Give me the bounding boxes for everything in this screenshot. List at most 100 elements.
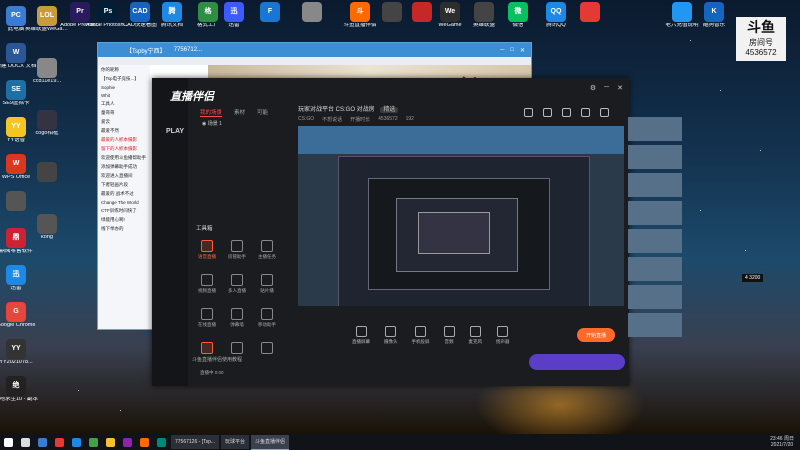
control-button[interactable]: 麦克风 <box>469 326 482 345</box>
game-thumbnail[interactable] <box>628 117 682 141</box>
tab-2[interactable]: 可能 <box>257 108 268 117</box>
tool-item[interactable]: 在线直播 <box>192 308 222 328</box>
search-icon[interactable] <box>21 437 30 447</box>
heart-icon[interactable] <box>581 108 590 117</box>
tool-label: 贴片播 <box>260 288 274 293</box>
eye-icon[interactable]: ◉ <box>202 121 206 127</box>
app-icon[interactable] <box>123 437 132 447</box>
app-icon: 微 <box>508 2 528 22</box>
settings-icon[interactable]: ⚙ <box>590 84 596 92</box>
control-label: 音频 <box>444 339 454 344</box>
app-icon: 鼎 <box>6 228 26 248</box>
desktop-icon[interactable]: K 酷狗音乐 <box>692 2 736 29</box>
scene-item[interactable]: ◉ 场景 1 <box>202 120 222 127</box>
chat-line: 绿能用心啊! <box>101 216 125 222</box>
desktop-icon[interactable]: G Google Chrome <box>0 302 38 329</box>
control-button[interactable]: 直播屏幕 <box>352 326 370 345</box>
tool-item[interactable] <box>252 342 282 356</box>
app-icon[interactable] <box>157 437 166 447</box>
tool-item[interactable]: 语音直播 <box>192 240 222 260</box>
desktop-icon-label: Google Chrome <box>0 323 36 328</box>
maximize-icon[interactable]: □ <box>510 47 514 54</box>
left-tabs: 我的场景 素材 可能 <box>200 108 268 117</box>
app-icon[interactable] <box>89 437 98 447</box>
browser-tab-2[interactable]: 7756712... <box>174 47 202 53</box>
app-sidebar: PLAY <box>152 78 188 386</box>
browser-titlebar[interactable]: 【Tspby宁西】 7756712... ─ □ ✕ <box>98 43 531 57</box>
chat-line: CTF训练时间快了 <box>101 207 137 213</box>
tool-item[interactable] <box>222 342 252 356</box>
desktop-icon[interactable]: 迅迅雷 <box>0 265 38 292</box>
desktop-icon[interactable]: cogo相框 <box>25 110 69 137</box>
more-icon[interactable] <box>600 108 609 117</box>
score-right: 3200 <box>749 275 761 281</box>
desktop-icon[interactable] <box>290 2 334 23</box>
desktop-icon[interactable]: F <box>248 2 292 23</box>
browser-icon[interactable] <box>72 437 81 447</box>
desktop-icon[interactable]: YY YY2021078... <box>0 339 38 366</box>
control-button[interactable]: 音频 <box>443 326 455 345</box>
game-thumbnail[interactable] <box>628 201 682 225</box>
control-button[interactable]: 手机投屏 <box>412 326 430 345</box>
control-button[interactable]: 摄像头 <box>384 326 398 345</box>
start-stream-button[interactable]: 开始直播 <box>577 328 615 342</box>
game-thumbnail[interactable] <box>628 173 682 197</box>
tutorial-link[interactable]: 斗鱼直播伴侣使用教程 <box>192 356 242 363</box>
close-icon[interactable]: ✕ <box>617 84 623 92</box>
close-icon[interactable]: ✕ <box>520 47 525 54</box>
toolbox-title: 工具箱 <box>196 226 213 232</box>
scene-label: 场景 1 <box>207 121 222 127</box>
tool-item[interactable]: 贴片播 <box>252 274 282 294</box>
tab-1[interactable]: 素材 <box>234 108 245 117</box>
clock[interactable]: 23:46 周日 2021/7/20 <box>770 436 800 448</box>
tool-item[interactable]: 主播任务 <box>252 240 282 260</box>
taskbar-task[interactable]: 玩球平台 <box>221 434 250 449</box>
desktop-icon[interactable]: 绝绝地求生10 - 副本 <box>0 376 38 403</box>
tool-item[interactable]: 移动助手 <box>252 308 282 328</box>
app-icon: K <box>704 2 724 22</box>
desktop-icon[interactable]: kong <box>25 214 69 241</box>
tool-icon <box>231 342 243 354</box>
game-thumbnail[interactable] <box>628 285 682 309</box>
desktop-icon[interactable] <box>25 162 69 183</box>
nested-window <box>418 212 490 254</box>
control-button[interactable]: 扬声器 <box>496 326 510 345</box>
promo-bar[interactable] <box>529 354 625 370</box>
desktop-icon[interactable] <box>568 2 612 23</box>
streaming-app-window[interactable]: PLAY 直播伴侣 我的场景 素材 可能 ◉ 场景 1 工具箱 语音直播 房管助手 主播… <box>152 78 629 386</box>
share-icon[interactable] <box>543 108 552 117</box>
chat-panel[interactable]: 你的昵称 【Tsp电子竞技...】 Sophie Whit 工具人 童哥哥 爱云 最爱不然 最爱… <box>98 65 150 329</box>
app-icon: 迅 <box>6 265 26 285</box>
app-icon[interactable] <box>55 437 64 447</box>
game-thumbnail[interactable] <box>628 145 682 169</box>
tool-item[interactable]: 多人直播 <box>222 274 252 294</box>
app-icon[interactable] <box>106 437 115 447</box>
app-icon: W <box>6 154 26 174</box>
app-icon <box>672 2 692 22</box>
file-explorer-icon[interactable] <box>38 437 47 447</box>
game-thumbnail[interactable] <box>628 313 682 337</box>
taskbar-task[interactable]: 斗鱼直播伴侣 <box>251 434 290 450</box>
gift-icon[interactable] <box>562 108 571 117</box>
tab-0[interactable]: 我的场景 <box>200 108 223 117</box>
desktop-icon[interactable] <box>0 191 38 212</box>
minimize-icon[interactable]: ─ <box>604 84 609 92</box>
desktop-icon[interactable]: ccd11e19... <box>25 58 69 85</box>
tool-item[interactable]: 房管助手 <box>222 240 252 260</box>
app-icon <box>302 2 322 22</box>
desktop-icon-label: 酷狗音乐 <box>702 23 725 28</box>
tool-icon <box>201 240 213 252</box>
tool-item[interactable]: 视频直播 <box>192 274 222 294</box>
game-thumbnail[interactable] <box>628 229 682 253</box>
game-thumbnail[interactable] <box>628 257 682 281</box>
lock-icon[interactable] <box>524 108 533 117</box>
minimize-icon[interactable]: ─ <box>500 47 504 54</box>
tool-item[interactable]: 弹幕墙 <box>222 308 252 328</box>
app-icon: CAD <box>130 2 150 22</box>
app-icon[interactable] <box>140 437 149 447</box>
stream-preview[interactable] <box>298 126 624 306</box>
desktop-icon-label: SE9虚拟卡 <box>2 101 30 106</box>
tool-item[interactable] <box>192 342 222 356</box>
windows-start-icon[interactable] <box>4 437 13 447</box>
taskbar-task[interactable]: 77567126 - [Tsp... <box>171 434 220 449</box>
